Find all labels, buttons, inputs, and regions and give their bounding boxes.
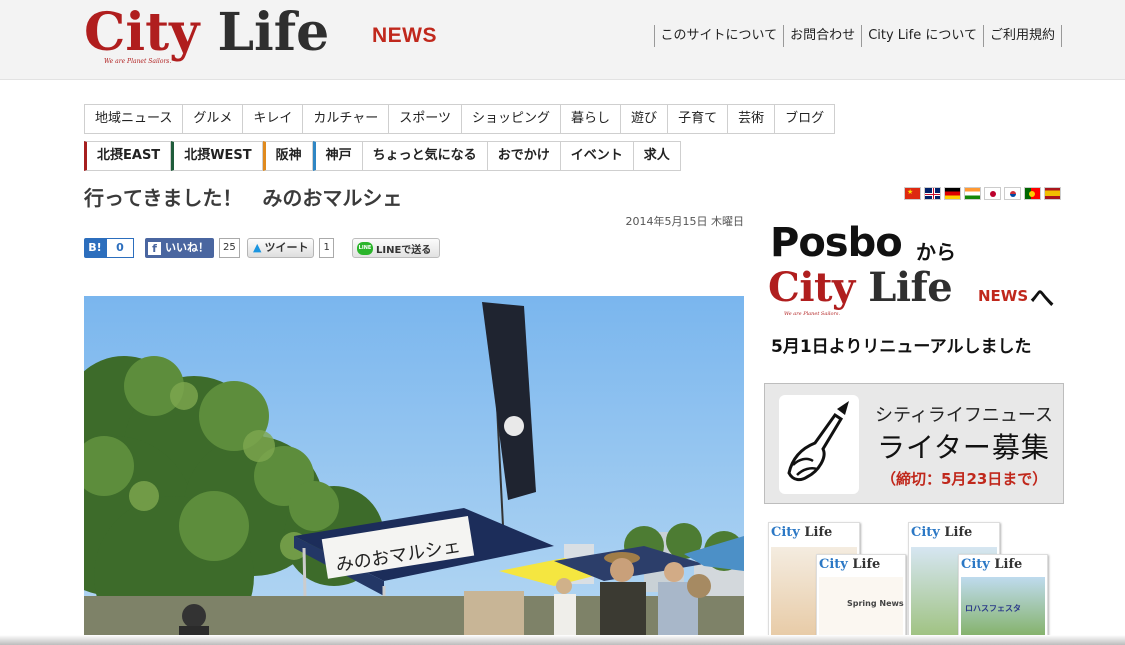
nav-item-shopping[interactable]: ショッピング — [462, 104, 562, 134]
posbo-kara: から — [916, 240, 956, 264]
logo-city: City — [84, 2, 200, 63]
nav-item-jobs[interactable]: 求人 — [633, 141, 681, 171]
festa-label: ロハスフェスタ — [965, 604, 1021, 613]
nav-item-outing[interactable]: おでかけ — [487, 141, 561, 171]
posbo-life: Life — [868, 264, 953, 311]
magazine-title: City Life — [771, 525, 833, 540]
facebook-like-label: いいね！ — [165, 241, 209, 254]
util-link-terms[interactable]: ご利用規約 — [984, 25, 1062, 47]
pen-hand-icon — [779, 395, 859, 494]
magazine-cover[interactable]: City Life ロハスフェスタ — [958, 554, 1048, 645]
tweet-label: ツイート — [264, 241, 309, 254]
india-flag-icon[interactable] — [964, 187, 981, 200]
writer-deadline: （締切：5月23日まで） — [881, 470, 1048, 488]
util-link-about-site[interactable]: このサイトについて — [655, 25, 785, 47]
line-icon: LINE — [357, 241, 373, 255]
writer-line2: ライター募集 — [877, 431, 1050, 464]
article-photo: みのおマルシェ — [84, 296, 744, 645]
nav-item-culture[interactable]: カルチャー — [303, 104, 390, 134]
nav-item-blog[interactable]: ブログ — [775, 104, 836, 134]
korea-flag-icon[interactable] — [1004, 187, 1021, 200]
util-link-contact[interactable]: お問合わせ — [784, 25, 863, 47]
posbo-renewal-text: 5月1日よりリニューアルしました — [771, 337, 1032, 357]
market-scene-image: みのおマルシェ — [84, 296, 744, 645]
nav-item-hokusetsu-east[interactable]: 北摂EAST — [84, 141, 172, 171]
nav-item-living[interactable]: 暮らし — [561, 104, 622, 134]
logo-wordmark: City Life — [84, 2, 329, 64]
nav-item-sports[interactable]: スポーツ — [389, 104, 463, 134]
tweet-count: 1 — [319, 238, 334, 258]
writer-line1: シティライフニュース — [875, 405, 1054, 426]
nav-item-parenting[interactable]: 子育て — [668, 104, 729, 134]
nav-item-local-news[interactable]: 地域ニュース — [84, 104, 184, 134]
facebook-like-button[interactable]: f いいね！ 25 — [145, 238, 240, 258]
magazine-title: City Life — [819, 557, 881, 572]
hatena-icon: B! — [84, 238, 106, 258]
logo-tagline: We are Planet Sailors. — [104, 58, 172, 65]
tweet-button[interactable]: ▲ ツイート 1 — [247, 238, 334, 258]
magazine-cover[interactable]: City Life Spring News — [816, 554, 906, 645]
china-flag-icon[interactable]: ★ — [904, 187, 921, 200]
article-date: 2014年5月15日 木曜日 — [625, 215, 745, 228]
site-logo[interactable]: City Life We are Planet Sailors. NEWS — [84, 2, 444, 72]
nav-item-kobe[interactable]: 神戸 — [312, 141, 363, 171]
nav-item-gourmet[interactable]: グルメ — [183, 104, 244, 134]
bottom-edge — [0, 635, 1125, 645]
magazine-title: City Life — [961, 557, 1023, 572]
article-title: 行ってきました！ みのおマルシェ — [84, 186, 403, 210]
tweet-label-wrap: ▲ ツイート — [247, 238, 315, 258]
facebook-like-label-wrap: f いいね！ — [145, 238, 214, 258]
hatena-count: 0 — [106, 238, 134, 258]
utility-nav: このサイトについて お問合わせ City Life について ご利用規約 — [653, 25, 1062, 47]
germany-flag-icon[interactable] — [944, 187, 961, 200]
nav-item-beauty[interactable]: キレイ — [243, 104, 304, 134]
japan-flag-icon[interactable] — [984, 187, 1001, 200]
line-share-button[interactable]: LINE LINEで送る — [352, 238, 440, 258]
area-nav: 北摂EAST 北摂WEST 阪神 神戸 ちょっと気になる おでかけ イベント 求… — [84, 141, 681, 171]
line-label: LINEで送る — [376, 244, 432, 256]
nav-item-hanshin[interactable]: 阪神 — [262, 141, 313, 171]
writer-recruitment-banner[interactable]: シティライフニュース ライター募集 （締切：5月23日まで） — [764, 383, 1064, 504]
uk-flag-icon[interactable] — [924, 187, 941, 200]
posbo-he: へ — [1030, 284, 1054, 312]
posbo-news: NEWS — [978, 287, 1029, 305]
site-header: City Life We are Planet Sailors. NEWS この… — [0, 0, 1125, 80]
nav-item-play[interactable]: 遊び — [621, 104, 669, 134]
portugal-flag-icon[interactable] — [1024, 187, 1041, 200]
posbo-renewal-banner[interactable]: Posbo から City Life We are Planet Sailors… — [768, 220, 1068, 365]
language-flags: ★ — [904, 187, 1061, 200]
spring-news-label: Spring News — [847, 599, 904, 608]
magazine-title: City Life — [911, 525, 973, 540]
nav-item-art[interactable]: 芸術 — [728, 104, 776, 134]
nav-item-events[interactable]: イベント — [560, 141, 634, 171]
posbo-name: Posbo — [770, 220, 903, 266]
twitter-bird-icon: ▲ — [253, 241, 262, 254]
line-label-wrap: LINE LINEで送る — [352, 238, 440, 258]
hatena-bookmark-button[interactable]: B! 0 — [84, 238, 134, 258]
facebook-count: 25 — [219, 238, 240, 258]
category-nav: 地域ニュース グルメ キレイ カルチャー スポーツ ショッピング 暮らし 遊び … — [84, 104, 836, 134]
spain-flag-icon[interactable] — [1044, 187, 1061, 200]
nav-item-interesting[interactable]: ちょっと気になる — [362, 141, 488, 171]
magazine-covers[interactable]: City Life City Life Spring News City Lif… — [766, 520, 1066, 645]
nav-item-hokusetsu-west[interactable]: 北摂WEST — [171, 141, 263, 171]
logo-news: NEWS — [372, 24, 437, 47]
util-link-about-citylife[interactable]: City Life について — [862, 25, 984, 47]
facebook-icon: f — [148, 241, 161, 255]
posbo-citylife-logo: City Life — [768, 264, 953, 311]
logo-life: Life — [217, 2, 330, 63]
posbo-city: City — [768, 264, 855, 311]
posbo-tagline: We are Planet Sailors. — [784, 311, 841, 317]
